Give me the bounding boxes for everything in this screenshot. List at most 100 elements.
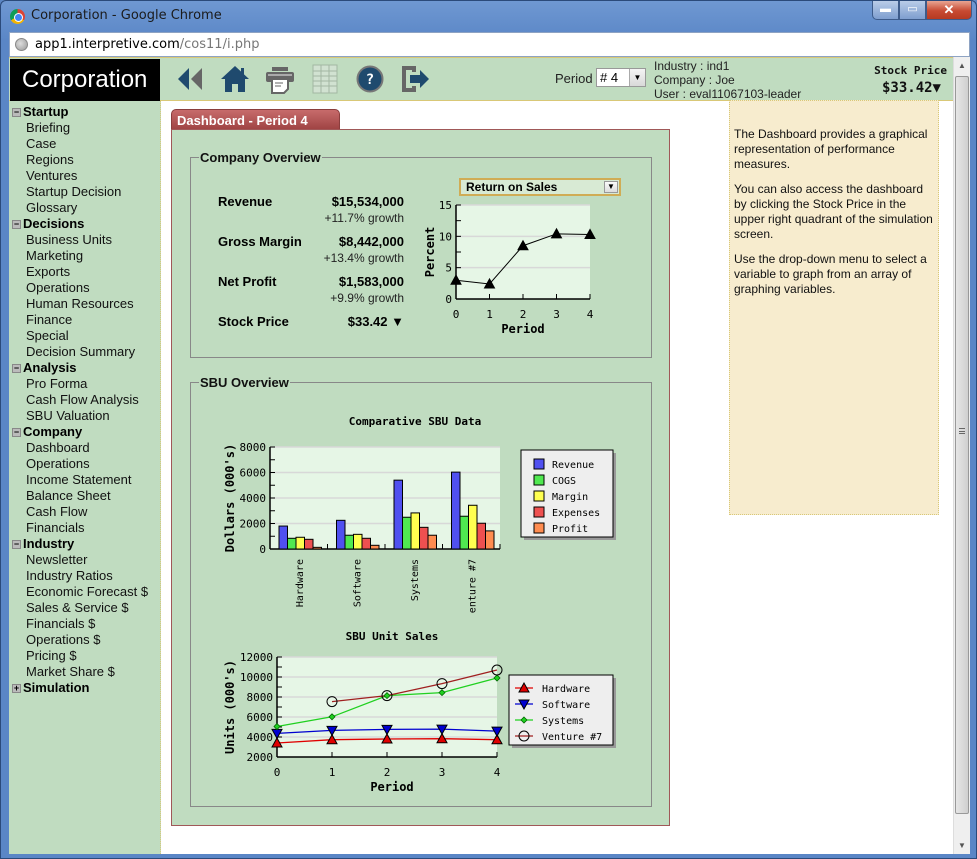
toolbar: ? <box>174 62 431 96</box>
x-tick-label: Venture #7 <box>467 559 478 613</box>
expand-icon[interactable]: + <box>12 683 21 693</box>
y-tick-label: 6000 <box>247 711 274 724</box>
sidebar-group-analysis[interactable]: − Analysis <box>9 360 160 376</box>
bar-profit-venture7 <box>485 530 495 550</box>
sidebar-item-sales-service[interactable]: Sales & Service $ <box>9 600 160 616</box>
collapse-icon[interactable]: − <box>12 427 21 437</box>
stock-price-link[interactable]: Stock Price $33.42▼ <box>874 64 947 96</box>
sidebar-nav: − Startup Briefing Case Regions Ventures Start… <box>9 101 161 854</box>
sidebar-item-industry-ratios[interactable]: Industry Ratios <box>9 568 160 584</box>
sidebar-item-case[interactable]: Case <box>9 136 160 152</box>
bar-cogs-venture7 <box>459 515 469 550</box>
help-button[interactable]: ? <box>354 62 386 96</box>
sidebar-item-cash-flow-analysis[interactable]: Cash Flow Analysis <box>9 392 160 408</box>
collapse-icon[interactable]: − <box>12 539 21 549</box>
x-tick-label: 1 <box>329 766 336 779</box>
metric-value: $15,534,000 <box>331 194 404 209</box>
maximize-button[interactable]: ▭ <box>899 1 926 20</box>
sidebar-group-industry[interactable]: − Industry <box>9 536 160 552</box>
sidebar-item-income-statement[interactable]: Income Statement <box>9 472 160 488</box>
bar-margin-software <box>353 533 363 550</box>
sbu-chart: Comparative SBU Data 0 2000 4000 6000 8000Dol… <box>223 415 616 613</box>
scrollbar-thumb[interactable] <box>955 76 969 814</box>
sidebar-group-decisions[interactable]: − Decisions <box>9 216 160 232</box>
sidebar-item-marketing[interactable]: Marketing <box>9 248 160 264</box>
sidebar-item-pricing[interactable]: Pricing $ <box>9 648 160 664</box>
sidebar-item-ventures[interactable]: Ventures <box>9 168 160 184</box>
spreadsheet-button[interactable] <box>309 62 341 96</box>
page-viewport: Corporation ? Period # 4 ▼ Industry: in… <box>9 57 970 854</box>
bar-revenue-software <box>336 519 346 550</box>
sidebar-item-economic-forecast[interactable]: Economic Forecast $ <box>9 584 160 600</box>
company-overview-title: Company Overview <box>199 150 322 165</box>
sidebar-item-cash-flow[interactable]: Cash Flow <box>9 504 160 520</box>
legend-label: Software <box>542 700 590 711</box>
sidebar-item-finance[interactable]: Finance <box>9 312 160 328</box>
legend-swatch <box>533 522 545 534</box>
address-bar[interactable]: app1.interpretive.com/cos11/i.php <box>9 32 970 57</box>
bar-revenue-systems <box>393 479 403 550</box>
period-select[interactable]: # 4 ▼ <box>596 68 646 87</box>
sidebar-item-human-resources[interactable]: Human Resources <box>9 296 160 312</box>
bar-margin-venture7 <box>468 504 478 550</box>
metric-stock-price: Stock Price $33.42 ▼ <box>218 314 404 348</box>
collapse-icon[interactable]: − <box>12 363 21 373</box>
sidebar-group-simulation[interactable]: + Simulation <box>9 680 160 696</box>
collapse-icon[interactable]: − <box>12 107 21 117</box>
x-tick-label: Software <box>352 559 363 607</box>
globe-icon <box>15 38 28 51</box>
sidebar-item-operations[interactable]: Operations <box>9 280 160 296</box>
tab-dashboard[interactable]: Dashboard - Period 4 <box>171 109 340 130</box>
sidebar-item-business-units[interactable]: Business Units <box>9 232 160 248</box>
bar-expenses-venture7 <box>476 522 486 550</box>
url-text[interactable]: app1.interpretive.com/cos11/i.php <box>35 37 259 52</box>
sidebar-item-pro-forma[interactable]: Pro Forma <box>9 376 160 392</box>
y-tick-label: 8000 <box>247 691 274 704</box>
sidebar-item-startup-decision[interactable]: Startup Decision <box>9 184 160 200</box>
sidebar-item-sbu-valuation[interactable]: SBU Valuation <box>9 408 160 424</box>
sidebar-item-decision-summary[interactable]: Decision Summary <box>9 344 160 360</box>
collapse-icon[interactable]: − <box>12 219 21 229</box>
sidebar-item-operations[interactable]: Operations <box>9 456 160 472</box>
sidebar-item-regions[interactable]: Regions <box>9 152 160 168</box>
period-select-value: # 4 <box>600 70 619 85</box>
y-tick-label: 10000 <box>240 671 273 684</box>
sidebar-item-newsletter[interactable]: Newsletter <box>9 552 160 568</box>
legend-swatch <box>533 506 545 518</box>
legend-label: Hardware <box>542 684 590 695</box>
exit-button[interactable] <box>399 62 431 96</box>
window-title: Corporation - Google Chrome <box>31 8 222 23</box>
sidebar-item-dashboard[interactable]: Dashboard <box>9 440 160 456</box>
ros-chart: 0 5 10 15 0 1 2 3 4 Period Percent <box>423 199 596 336</box>
graph-variable-select[interactable]: Return on Sales ▼ <box>459 178 621 196</box>
sidebar-item-financials[interactable]: Financials <box>9 520 160 536</box>
sidebar-item-special[interactable]: Special <box>9 328 160 344</box>
close-button[interactable]: ✕ <box>926 1 972 20</box>
print-button[interactable] <box>264 62 296 96</box>
home-button[interactable] <box>219 62 251 96</box>
company-overview-section: Company Overview Revenue $15,534,000 +11.7… <box>190 150 652 358</box>
sidebar-item-briefing[interactable]: Briefing <box>9 120 160 136</box>
vertical-scrollbar[interactable]: ▲ ▼ <box>953 57 970 854</box>
minimize-button[interactable]: ▬ <box>872 1 899 20</box>
sidebar-item-financials[interactable]: Financials $ <box>9 616 160 632</box>
sidebar-group-label: Company <box>23 424 83 439</box>
sidebar-item-exports[interactable]: Exports <box>9 264 160 280</box>
svg-text:?: ? <box>366 72 374 88</box>
legend-swatch <box>533 490 545 502</box>
y-tick-label: 4000 <box>240 492 267 505</box>
sidebar-item-operations[interactable]: Operations $ <box>9 632 160 648</box>
sidebar-item-balance-sheet[interactable]: Balance Sheet <box>9 488 160 504</box>
sidebar-item-glossary[interactable]: Glossary <box>9 200 160 216</box>
chevron-down-icon: ▼ <box>604 181 618 193</box>
legend-swatch <box>533 474 545 486</box>
x-tick-label: 3 <box>439 766 446 779</box>
back-button[interactable] <box>174 62 206 96</box>
sidebar-item-market-share[interactable]: Market Share $ <box>9 664 160 680</box>
bar-revenue-venture7 <box>451 471 461 550</box>
sidebar-group-startup[interactable]: − Startup <box>9 104 160 120</box>
scroll-up-arrow-icon[interactable]: ▲ <box>954 57 970 74</box>
x-tick-label: 2 <box>520 308 527 321</box>
scroll-down-arrow-icon[interactable]: ▼ <box>954 837 970 854</box>
sidebar-group-company[interactable]: − Company <box>9 424 160 440</box>
